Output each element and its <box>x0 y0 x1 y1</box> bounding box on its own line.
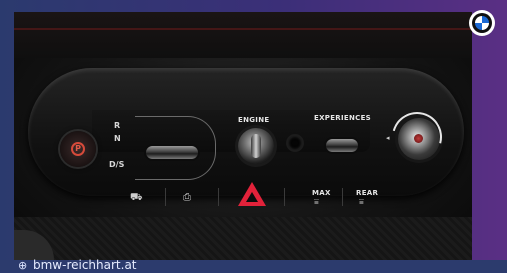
max-label: MAX <box>312 189 331 197</box>
gear-r: R <box>114 121 121 130</box>
engine-start-knob[interactable] <box>238 128 274 164</box>
gear-ds: D/S <box>109 160 125 169</box>
experiences-label: EXPERIENCES <box>314 114 371 122</box>
volume-knob[interactable] <box>382 102 452 172</box>
logo-quadrants <box>475 16 489 30</box>
camera-icon[interactable]: ⎙ <box>183 192 191 203</box>
hazard-triangle-icon <box>246 192 258 202</box>
parking-brake-button[interactable]: P <box>60 131 96 167</box>
gear-n: N <box>114 134 121 143</box>
rear-label: REAR <box>356 189 379 197</box>
volume-center-dot <box>414 134 423 143</box>
red-trim <box>14 28 472 30</box>
front-defrost-icon[interactable]: ⩸ <box>314 197 319 207</box>
footer-bar: ⊕ bmw-reichhart.at <box>0 258 507 273</box>
globe-icon: ⊕ <box>18 259 28 272</box>
bmw-logo <box>469 10 495 36</box>
switch-divider <box>342 188 343 206</box>
engine-label: ENGINE <box>238 116 270 124</box>
switch-divider <box>218 188 219 206</box>
logo-quadrant <box>475 23 482 30</box>
gear-selector-toggle[interactable] <box>146 146 198 159</box>
engine-knob-grip <box>251 134 261 158</box>
switch-divider <box>165 188 166 206</box>
logo-quadrant <box>475 16 482 23</box>
rear-defrost-icon[interactable]: ⩸ <box>359 197 364 207</box>
volume-arrow-icon: ◂ <box>386 134 390 142</box>
switch-divider <box>284 188 285 206</box>
driving-assist-icon[interactable]: ⛟ <box>130 192 143 205</box>
logo-quadrant <box>482 16 489 23</box>
textured-trim <box>14 217 472 260</box>
media-frame: P R N D/S ENGINE EXPERIENCES ◂ ⛟ ⎙ MAX ⩸… <box>0 0 507 273</box>
logo-quadrant <box>482 23 489 30</box>
key-recess <box>288 136 302 150</box>
experiences-toggle[interactable] <box>326 139 358 152</box>
dash-top <box>14 12 472 58</box>
dealer-url[interactable]: bmw-reichhart.at <box>33 258 137 272</box>
parking-brake-icon: P <box>71 142 85 156</box>
